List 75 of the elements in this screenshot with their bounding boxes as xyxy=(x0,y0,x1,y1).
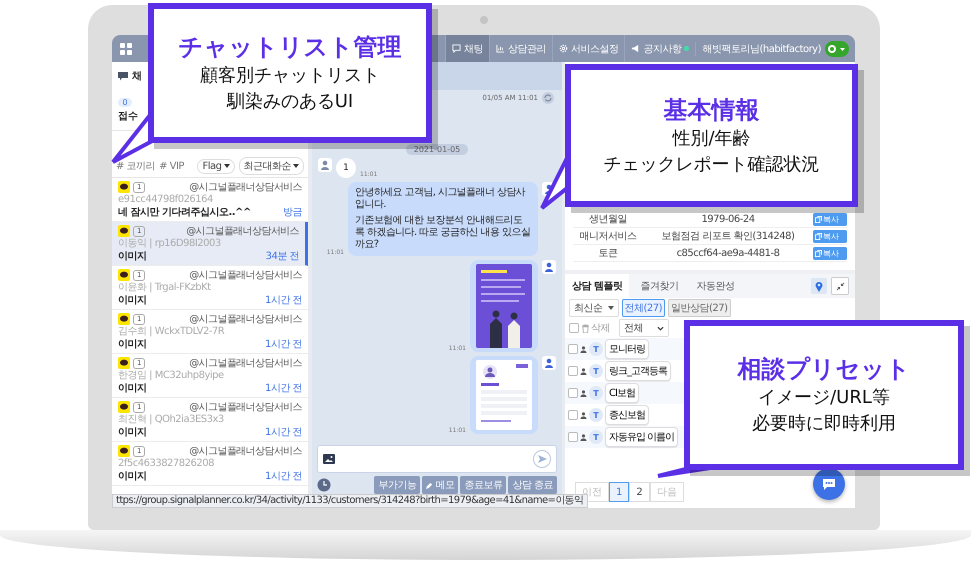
last-message: 이미지 xyxy=(118,426,146,439)
category-chip[interactable]: 일반상담(27) xyxy=(668,299,731,317)
last-message: 이미지 xyxy=(118,470,146,483)
letter-avatar: T xyxy=(589,408,603,422)
callout-text: 必要時に即時利用 xyxy=(752,412,896,436)
field-label: 매니저서비스 xyxy=(578,230,638,243)
customer-id: 이동익 | rp16D98I2003 xyxy=(118,238,222,250)
last-message: 이미지 xyxy=(118,294,146,307)
template-button[interactable]: 자동유입 이름이 xyxy=(605,427,678,447)
message-time: 1시간 전 xyxy=(264,338,302,351)
channel-name: @시그널플래너상담서비스 xyxy=(189,401,302,414)
customer-id: 이윤화 | Trgal-FKzbKt xyxy=(118,282,212,294)
template-button[interactable]: 모니터링 xyxy=(605,339,649,359)
panel-tab[interactable]: 상담 템플릿 xyxy=(565,274,630,298)
customer-id: 김수희 | WckxTDLV2-7R xyxy=(118,326,226,338)
customer-id: 한경임 | MC32uhp8yipe xyxy=(118,370,225,382)
channel-name: @시그널플래너상담서비스 xyxy=(189,445,302,458)
last-message: 이미지 xyxy=(118,250,146,263)
message-bubble: 1 xyxy=(336,158,356,178)
channel-name: @시그널플래너상담서비스 xyxy=(186,225,299,238)
field-value: 보험점검 리포트 확인(314248) xyxy=(660,230,796,243)
message-time: 방금 xyxy=(283,206,302,219)
callout-text: 馴染みのあるUI xyxy=(226,90,354,114)
sort-select[interactable]: 최신순 xyxy=(569,299,618,317)
letter-avatar: T xyxy=(589,386,603,400)
message-text: 안녕하세요 고객님, 시그널플래너 상담사 입니다. xyxy=(355,187,526,211)
message-time: 1시간 전 xyxy=(264,382,302,395)
last-message: 이미지 xyxy=(118,382,146,395)
panel-tab[interactable]: 즐겨찾기 xyxy=(633,274,686,298)
customer-id: 2f5c4633827826208 xyxy=(118,458,215,470)
message-time: 1시간 전 xyxy=(264,470,302,483)
message-time: 34분 전 xyxy=(266,250,299,263)
callout-text: 顧客別チャットリスト xyxy=(200,64,380,88)
pagination-button[interactable]: 1 xyxy=(609,482,630,502)
date-divider: 2021-01-05 xyxy=(406,144,468,155)
field-label: 생년월일 xyxy=(588,213,628,226)
template-button[interactable]: 종신보험 xyxy=(605,405,649,425)
panel-tab[interactable]: 자동완성 xyxy=(689,274,742,298)
pagination-button[interactable]: 2 xyxy=(629,482,650,502)
callout-text: チェックレポート確認状況 xyxy=(604,152,820,176)
count-badge: 0 xyxy=(118,98,132,106)
counter-label[interactable]: 접수 xyxy=(118,108,138,122)
channel-name: @시그널플래너상담서비스 xyxy=(189,357,302,370)
last-message: 이미지 xyxy=(118,338,146,351)
link-status-tooltip: ttps://group.signalplanner.co.kr/34/activity/1133/customers/314248?birth=1979&age=41&name=이동익 xyxy=(112,494,588,508)
field-value: c85ccf64-ae9a-4481-8 xyxy=(676,248,780,258)
filter-dropdown[interactable]: 최근대화순 xyxy=(238,157,304,175)
callout-text: イメージ/URL等 xyxy=(758,386,890,410)
letter-avatar: T xyxy=(589,364,603,378)
letter-avatar: T xyxy=(589,342,603,356)
message-time: 1시간 전 xyxy=(264,426,302,439)
template-button[interactable]: CI보험 xyxy=(605,383,639,403)
letter-avatar: T xyxy=(589,430,603,444)
nav-tab[interactable]: 채팅 xyxy=(444,35,489,62)
channel-name: @시그널플래너상담서비스 xyxy=(189,181,302,194)
hashtag-filter[interactable]: # 코끼리 xyxy=(116,159,156,173)
callout-title: 基本情報 xyxy=(664,94,760,126)
callout-text: 性別/年齢 xyxy=(672,126,751,150)
field-value: 1979-06-24 xyxy=(700,214,756,224)
channel-name: @시그널플래너상담서비스 xyxy=(189,269,302,282)
category-select[interactable]: 전체 xyxy=(619,319,669,337)
message-text: 기존보험에 대한 보장분석 안내해드리도록 하겠습니다. 따로 궁금하신 내용 있으실까요? xyxy=(355,215,531,251)
callout-title: チャットリスト管理 xyxy=(178,32,402,63)
filter-dropdown[interactable]: Flag xyxy=(197,158,234,174)
customer-id: e91cc44798f026164 xyxy=(118,194,214,206)
message-time: 1시간 전 xyxy=(264,294,302,307)
template-button[interactable]: 링크_고객등록 xyxy=(605,361,671,381)
customer-id: 최진혁 | QOh2ia3ES3x3 xyxy=(118,414,225,426)
field-label: 토큰 xyxy=(598,247,618,260)
last-message: 네 잠시만 기다려주십시오..^^ xyxy=(118,206,251,219)
category-chip[interactable]: 전체(27) xyxy=(622,299,666,317)
channel-name: @시그널플래너상담서비스 xyxy=(189,313,302,326)
panel-title: 채 xyxy=(132,70,142,83)
hashtag-filter[interactable]: # VIP xyxy=(159,160,184,172)
callout-title: 相談プリセット xyxy=(738,354,910,385)
